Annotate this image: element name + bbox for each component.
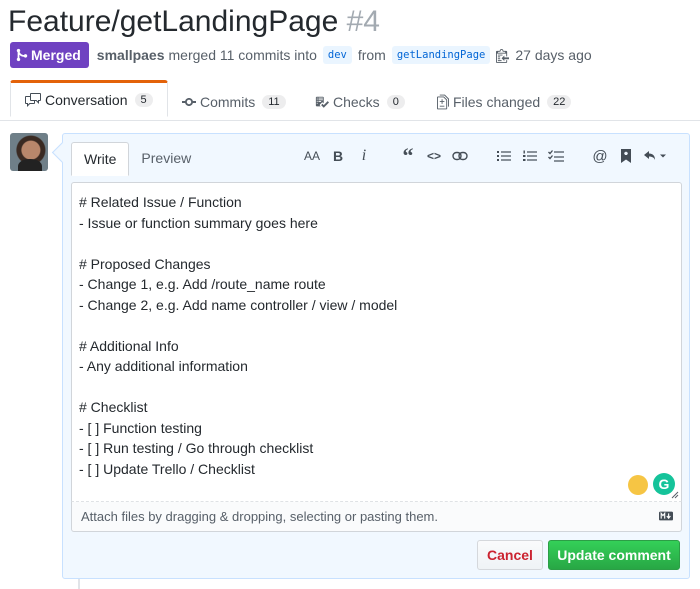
comment-edit-form: Write Preview AA B i “ <> @ # Related Is… bbox=[62, 133, 690, 579]
file-diff-icon bbox=[437, 94, 449, 110]
tab-checks[interactable]: Checks 0 bbox=[315, 84, 405, 120]
reply-button[interactable] bbox=[641, 146, 669, 166]
italic-icon: i bbox=[361, 147, 367, 164]
cancel-button[interactable]: Cancel bbox=[477, 540, 543, 570]
comment-textarea[interactable]: # Related Issue / Function - Issue or fu… bbox=[71, 182, 682, 502]
link-icon bbox=[452, 151, 468, 161]
list-ordered-icon bbox=[523, 150, 537, 161]
tasklist-icon bbox=[548, 150, 564, 162]
attach-files-text: Attach files by dragging & dropping, sel… bbox=[81, 509, 438, 524]
pr-title-text: Feature/getLandingPage bbox=[8, 5, 339, 38]
merged-badge-label: Merged bbox=[31, 47, 81, 63]
tab-files-changed-label: Files changed bbox=[453, 94, 541, 110]
resize-handle-icon[interactable] bbox=[671, 491, 679, 499]
attach-files-bar[interactable]: Attach files by dragging & dropping, sel… bbox=[71, 502, 682, 532]
quote-button[interactable]: “ bbox=[397, 143, 419, 168]
mention-button[interactable]: @ bbox=[589, 146, 611, 166]
pr-meta: Merged smallpaes merged 11 commits into … bbox=[10, 42, 592, 68]
list-unordered-icon bbox=[497, 151, 511, 161]
ordered-list-button[interactable] bbox=[519, 146, 541, 166]
bookmark-icon bbox=[621, 149, 631, 163]
bold-icon: B bbox=[332, 148, 344, 164]
git-merge-icon bbox=[16, 48, 28, 62]
tab-commits-count: 11 bbox=[262, 95, 286, 109]
tab-commits[interactable]: Commits 11 bbox=[182, 84, 286, 120]
pr-number: #4 bbox=[346, 5, 380, 38]
from-text: from bbox=[357, 47, 386, 63]
quote-icon: “ bbox=[402, 143, 414, 168]
markdown-toolbar: AA B i “ <> @ bbox=[297, 143, 669, 168]
merged-badge: Merged bbox=[10, 42, 89, 68]
base-branch[interactable]: dev bbox=[322, 46, 352, 64]
write-tab[interactable]: Write bbox=[71, 142, 130, 176]
tab-commits-label: Commits bbox=[200, 94, 256, 110]
preview-tab[interactable]: Preview bbox=[129, 142, 203, 174]
link-button[interactable] bbox=[449, 146, 471, 166]
commit-icon bbox=[182, 98, 196, 106]
checklist-icon bbox=[315, 96, 329, 108]
mention-icon: @ bbox=[592, 147, 608, 165]
tab-conversation[interactable]: Conversation 5 bbox=[10, 80, 168, 117]
tab-files-changed-count: 22 bbox=[547, 95, 572, 109]
timeline-line bbox=[78, 578, 80, 589]
tab-conversation-count: 5 bbox=[134, 92, 153, 107]
saved-reply-button[interactable] bbox=[615, 146, 637, 166]
tab-checks-count: 0 bbox=[386, 95, 405, 109]
header-button[interactable]: AA bbox=[301, 146, 323, 166]
time-ago: 27 days ago bbox=[515, 47, 592, 63]
bold-button[interactable]: B bbox=[327, 146, 349, 166]
header-icon: AA bbox=[303, 149, 320, 163]
tab-files-changed[interactable]: Files changed 22 bbox=[437, 84, 572, 120]
italic-button[interactable]: i bbox=[353, 146, 375, 166]
emoji-icon[interactable] bbox=[628, 475, 648, 495]
tab-checks-label: Checks bbox=[333, 94, 380, 110]
reply-icon bbox=[644, 151, 666, 160]
editor-tabs: Write Preview bbox=[71, 142, 203, 176]
clippy-icon[interactable] bbox=[496, 48, 510, 63]
unordered-list-button[interactable] bbox=[493, 146, 515, 166]
pr-tabs: Conversation 5 Commits 11 Checks 0 Files… bbox=[0, 80, 700, 121]
pr-title: Feature/getLandingPage #4 bbox=[8, 2, 380, 42]
comment-body[interactable]: # Related Issue / Function - Issue or fu… bbox=[79, 192, 397, 479]
update-comment-button[interactable]: Update comment bbox=[548, 540, 680, 570]
author-link[interactable]: smallpaes bbox=[97, 47, 165, 63]
merge-action-text: merged 11 commits into bbox=[168, 47, 317, 63]
comment-discussion-icon bbox=[25, 92, 41, 107]
avatar[interactable] bbox=[10, 133, 48, 171]
code-icon: <> bbox=[426, 149, 441, 163]
head-branch[interactable]: getLandingPage bbox=[391, 46, 491, 64]
markdown-icon[interactable] bbox=[659, 511, 673, 521]
task-list-button[interactable] bbox=[545, 146, 567, 166]
tab-conversation-label: Conversation bbox=[45, 91, 128, 108]
code-button[interactable]: <> bbox=[423, 146, 445, 166]
